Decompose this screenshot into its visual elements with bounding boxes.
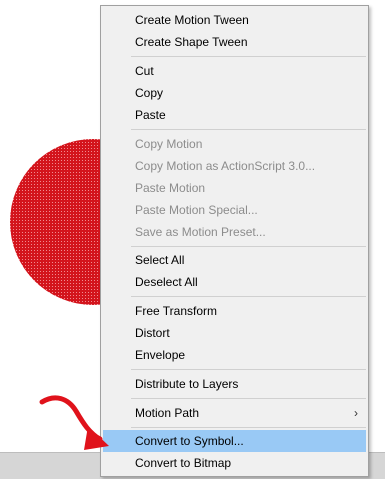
red-pointer-arrow-icon bbox=[39, 395, 109, 450]
